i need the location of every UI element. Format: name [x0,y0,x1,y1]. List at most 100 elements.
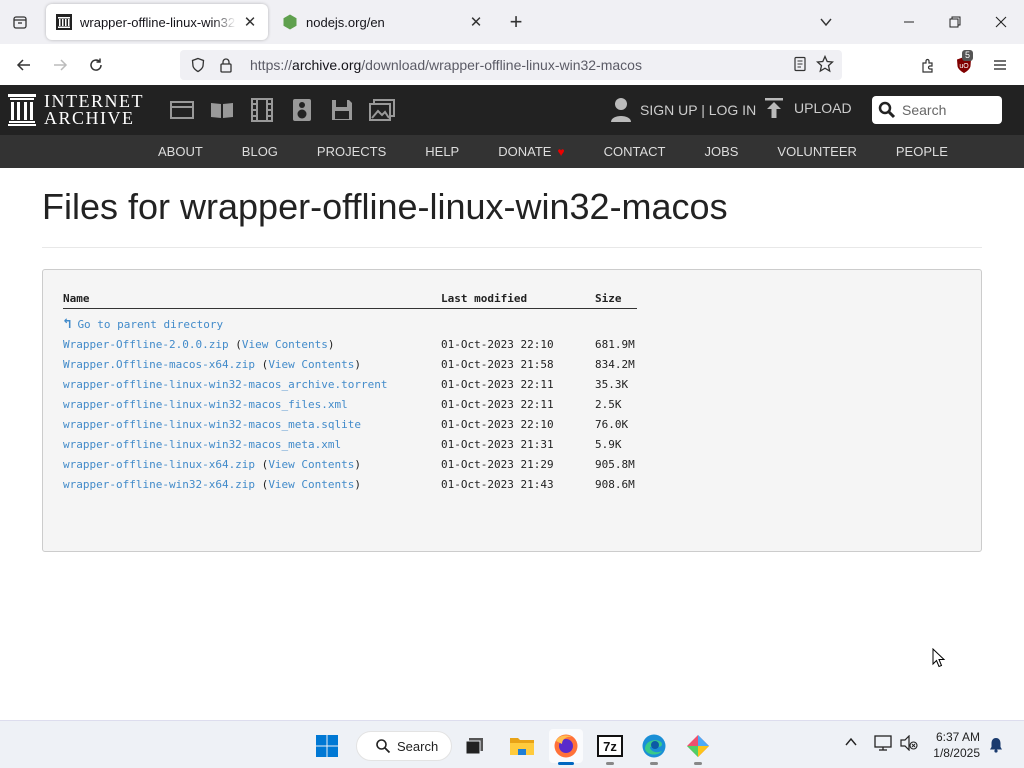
column-size: Size [595,292,637,309]
close-tab-icon[interactable]: ✕ [242,13,258,31]
forward-icon[interactable] [46,51,74,79]
task-view-icon [465,738,483,755]
upload-link[interactable]: UPLOAD [764,97,852,119]
notification-bell-icon[interactable] [988,737,1004,758]
file-size: 76.0K [595,417,629,431]
nav-about[interactable]: ABOUT [158,144,203,159]
search-icon [376,739,391,754]
reader-view-icon[interactable] [792,56,808,77]
software-icon[interactable] [322,95,362,125]
file-link[interactable]: wrapper-offline-win32-x64.zip [63,478,255,491]
close-window-button[interactable] [978,0,1024,44]
view-contents-link[interactable]: View Contents [268,358,354,371]
lock-icon[interactable] [216,57,236,73]
up-arrow-icon: ↰ [63,316,72,333]
view-contents-link[interactable]: View Contents [268,478,354,491]
file-size: 908.6M [595,477,635,491]
file-modified: 01-Oct-2023 21:29 [441,457,554,471]
images-icon[interactable] [362,95,402,125]
column-modified: Last modified [441,292,595,309]
column-name: Name [63,292,441,309]
app-button[interactable] [681,729,715,765]
texts-icon[interactable] [202,95,242,125]
firefox-icon [554,734,578,758]
close-tab-icon[interactable]: ✕ [468,13,484,31]
firefox-button[interactable] [549,729,583,765]
new-tab-button[interactable]: + [502,8,530,36]
ia-logo[interactable]: INTERNET ARCHIVE [8,92,144,127]
nav-help[interactable]: HELP [425,144,459,159]
minimize-button[interactable] [886,0,932,44]
web-icon[interactable] [162,95,202,125]
start-button[interactable] [310,729,344,763]
taskbar-search[interactable]: Search [356,731,452,761]
nav-contact[interactable]: CONTACT [604,144,666,159]
taskbar-search-label: Search [397,738,439,754]
reload-icon[interactable] [82,51,110,79]
file-link[interactable]: wrapper-offline-linux-win32-macos_meta.s… [63,418,361,431]
nav-volunteer[interactable]: VOLUNTEER [777,144,856,159]
running-indicator [650,762,658,765]
file-link[interactable]: wrapper-offline-linux-x64.zip [63,458,255,471]
taskbar: Search 7z 6:37 AM 1/8/2025 [0,720,1024,768]
signup-login-link[interactable]: SIGN UP | LOG IN [610,97,756,123]
ia-search-input[interactable] [902,102,992,118]
heart-icon: ♥ [557,144,565,159]
upload-icon [765,98,783,118]
table-row: wrapper-offline-linux-x64.zip (View Cont… [63,454,637,474]
edge-button[interactable] [637,729,671,765]
file-size: 35.3K [595,377,629,391]
task-view-button[interactable] [458,729,492,763]
url-bar[interactable]: https://archive.org/download/wrapper-off… [180,50,842,80]
tab-nodejs[interactable]: nodejs.org/en ✕ [272,4,494,40]
clock-time: 6:37 AM [935,730,980,744]
mouse-cursor-icon [932,647,946,673]
file-size: 681.9M [595,337,635,351]
restore-button[interactable] [932,0,978,44]
folder-icon [510,738,534,755]
parent-directory-link[interactable]: Go to parent directory [77,318,223,331]
file-link[interactable]: Wrapper-Offline-2.0.0.zip [63,338,229,351]
file-link[interactable]: Wrapper.Offline-macos-x64.zip [63,358,255,371]
chevron-up-icon[interactable] [844,735,858,754]
ia-search-box[interactable] [872,96,1002,124]
nav-people[interactable]: PEOPLE [896,144,948,159]
file-explorer-button[interactable] [505,729,539,763]
file-table: Name Last modified Size ↰ Go to parent di… [63,292,637,494]
video-icon[interactable] [242,95,282,125]
menu-icon[interactable] [986,51,1014,79]
extensions-icon[interactable] [914,51,942,79]
clock[interactable]: 6:37 AM 1/8/2025 [924,729,980,761]
audio-icon[interactable] [282,95,322,125]
nav-donate[interactable]: DONATE ♥ [498,144,564,159]
file-size: 834.2M [595,357,635,371]
back-icon[interactable] [10,51,38,79]
file-link[interactable]: wrapper-offline-linux-win32-macos_archiv… [63,378,388,391]
network-icon[interactable] [874,735,892,756]
tab-archive[interactable]: wrapper-offline-linux-win32-macos ✕ [46,4,268,40]
nav-blog[interactable]: BLOG [242,144,278,159]
running-indicator [694,762,702,765]
tab-title: wrapper-offline-linux-win32-macos [80,14,236,30]
volume-muted-icon[interactable] [900,734,918,756]
search-icon[interactable] [878,101,896,119]
7zip-button[interactable]: 7z [593,729,627,765]
file-link[interactable]: wrapper-offline-linux-win32-macos_meta.x… [63,438,341,451]
view-contents-link[interactable]: View Contents [268,458,354,471]
nav-projects[interactable]: PROJECTS [317,144,386,159]
table-row: Wrapper-Offline-2.0.0.zip (View Contents… [63,334,637,354]
archive-favicon-icon [56,14,72,30]
bookmark-star-icon[interactable] [815,54,835,78]
file-modified: 01-Oct-2023 22:11 [441,377,554,391]
chevron-down-icon[interactable] [812,10,840,34]
file-link[interactable]: wrapper-offline-linux-win32-macos_files.… [63,398,348,411]
ia-subnav: ABOUT BLOG PROJECTS HELP DONATE ♥ CONTACT… [0,135,1024,168]
file-modified: 01-Oct-2023 22:10 [441,337,554,351]
file-modified: 01-Oct-2023 22:11 [441,397,554,411]
shield-icon[interactable] [188,57,208,73]
view-contents-link[interactable]: View Contents [242,338,328,351]
windows-logo-icon [316,735,338,757]
file-modified: 01-Oct-2023 21:43 [441,477,554,491]
nav-jobs[interactable]: JOBS [704,144,738,159]
tab-list-icon[interactable] [6,8,34,36]
